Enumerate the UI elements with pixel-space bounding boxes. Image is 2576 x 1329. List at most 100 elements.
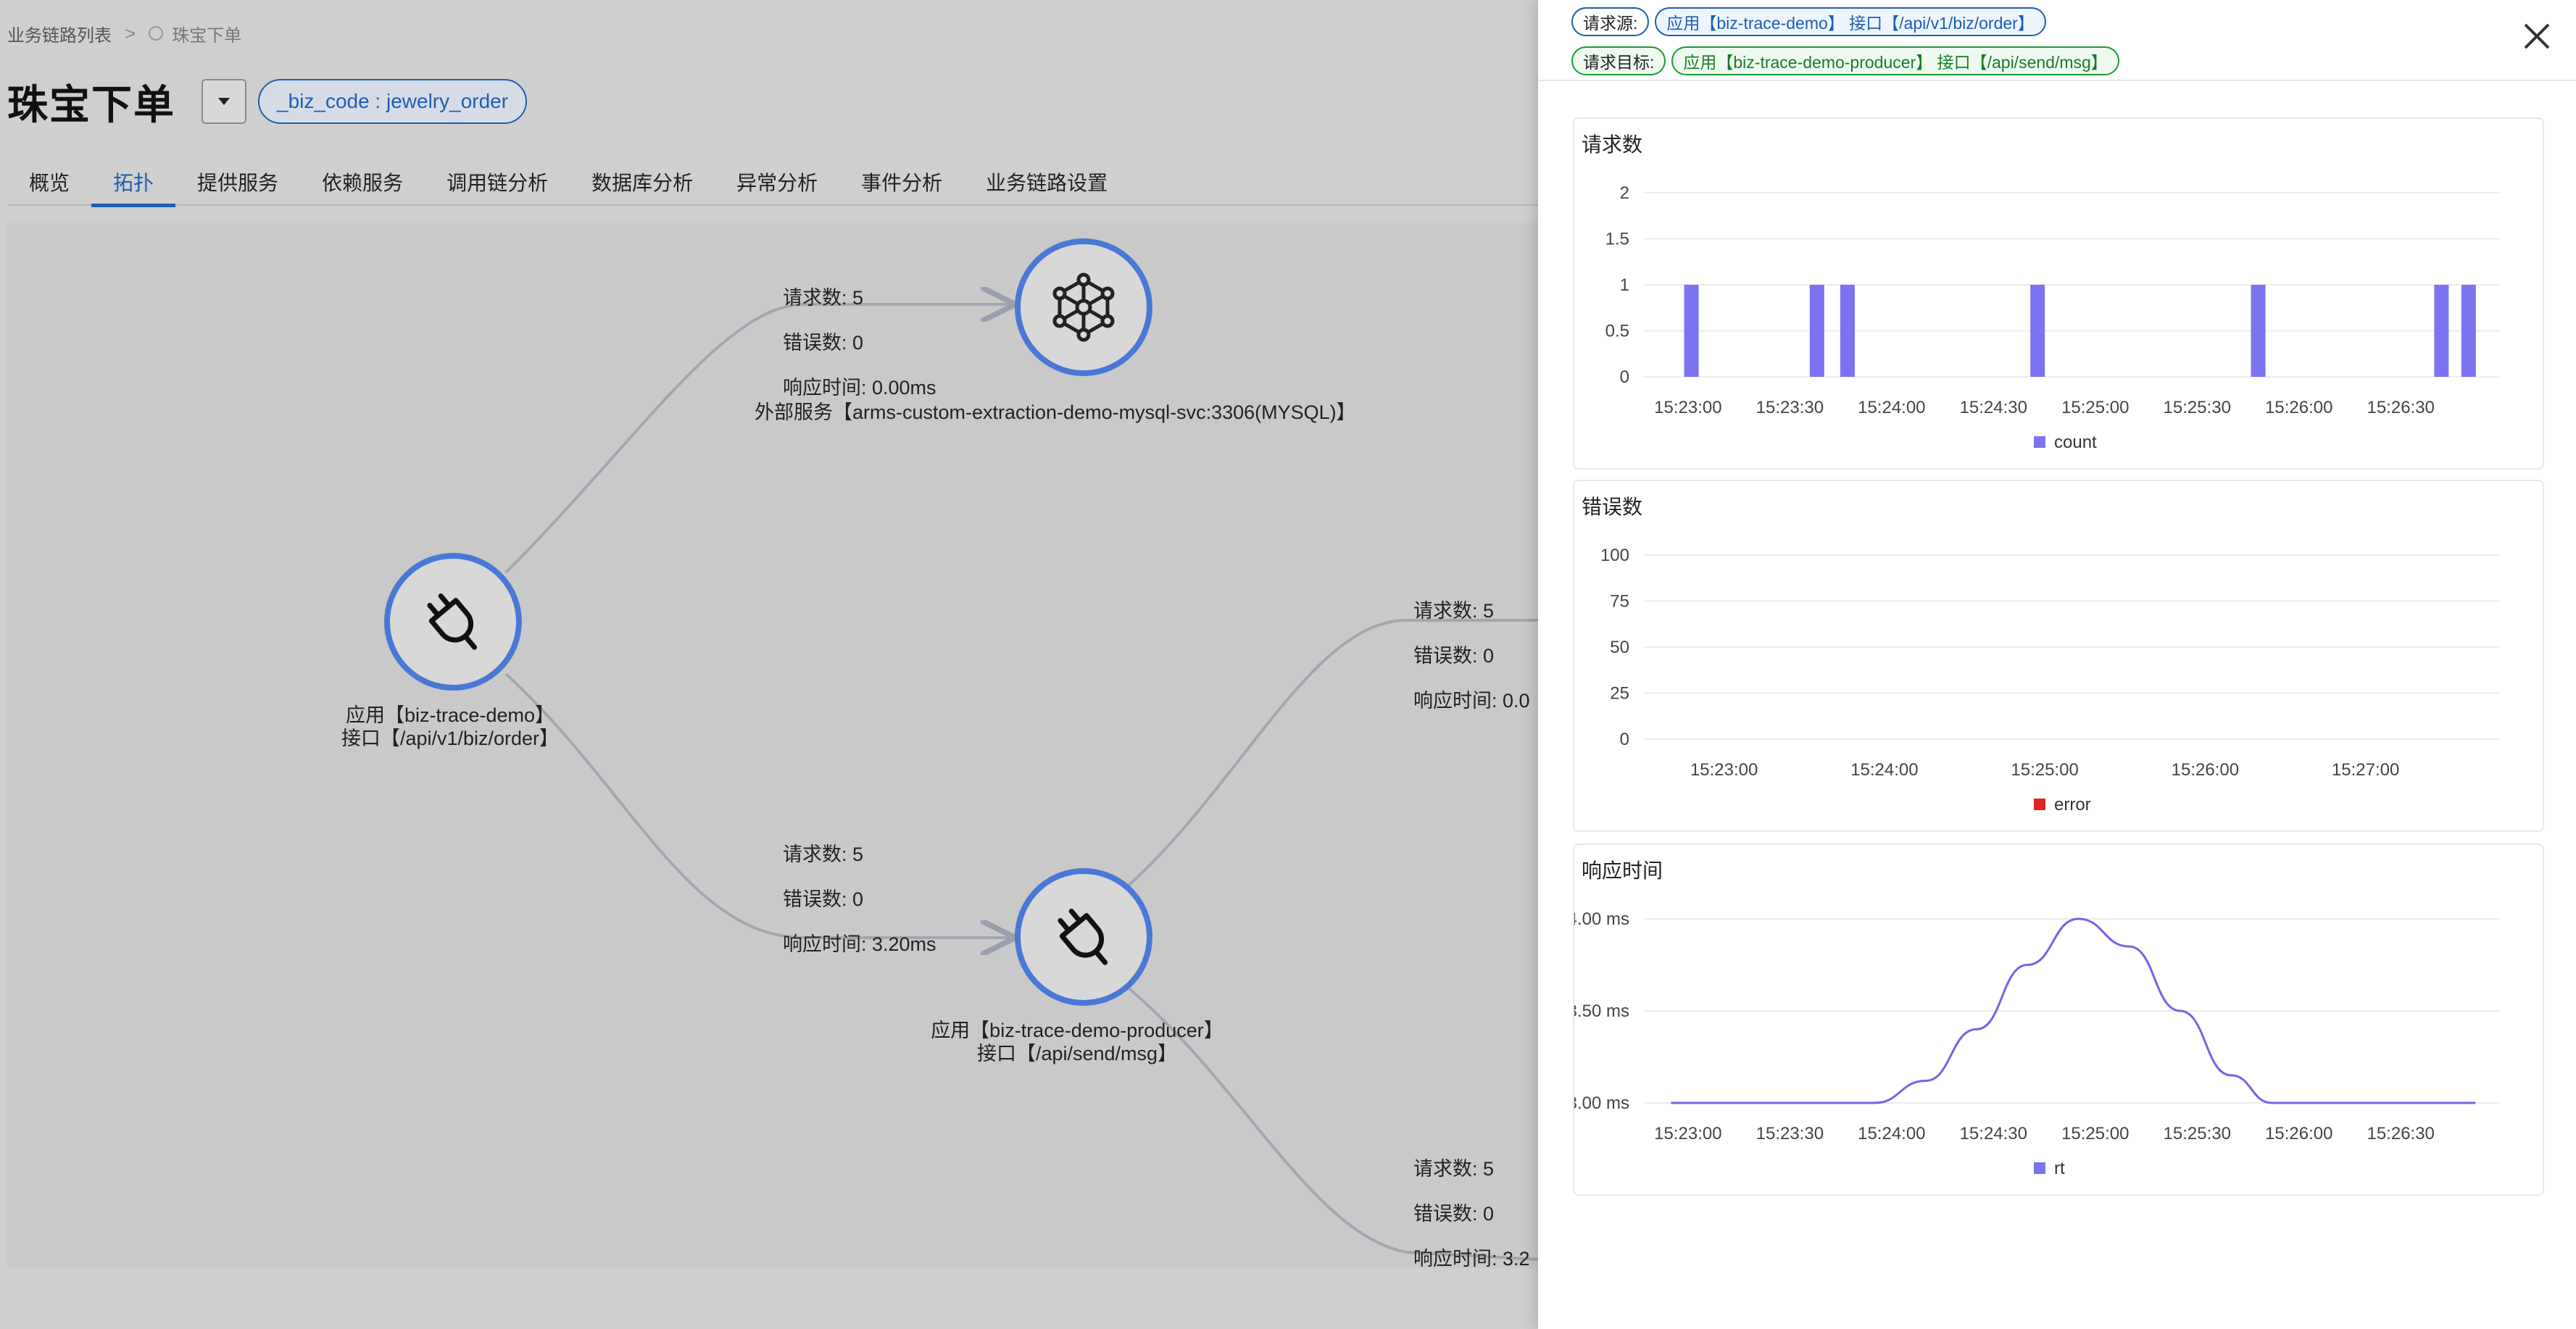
chart-panel-response-time: 响应时间 4.00 ms3.50 ms3.00 ms15:23:0015:23:…: [1573, 843, 2544, 1196]
requests-chart: 2 1.5 1 0.5 0 15:23:00 15:23:30 15:24:00 15:24:3…: [1605, 183, 2499, 452]
biz-code-tag: _biz_code : jewelry_order: [258, 79, 528, 124]
y-tick-label: 0: [1620, 367, 1629, 387]
y-tick-label: 3.50 ms: [1574, 1001, 1629, 1021]
legend-label[interactable]: count: [2054, 433, 2097, 452]
target-row: 请求目标: 应用【biz-trace-demo-producer】 接口【/ap…: [1571, 46, 2125, 75]
x-tick-label: 15:25:00: [2061, 398, 2129, 417]
bar[interactable]: [2461, 285, 2476, 377]
x-tick-label: 15:26:00: [2172, 760, 2239, 780]
tab-2[interactable]: 提供服务: [175, 158, 300, 206]
legend-swatch: [2034, 436, 2045, 448]
x-tick-label: 15:25:30: [2164, 1124, 2231, 1143]
node-producer[interactable]: [1015, 868, 1152, 1006]
x-tick-label: 15:27:00: [2332, 760, 2399, 780]
legend-swatch: [2034, 1162, 2045, 1174]
tab-1[interactable]: 拓扑: [91, 158, 176, 207]
source-value-tag: 应用【biz-trace-demo】 接口【/api/v1/biz/order】: [1655, 7, 2046, 36]
y-tick-label: 3.00 ms: [1574, 1093, 1629, 1113]
legend-label[interactable]: rt: [2054, 1159, 2065, 1178]
title-row: 珠宝下单 _biz_code : jewelry_order: [7, 72, 528, 130]
y-tick-label: 1.5: [1605, 230, 1629, 249]
link-icon: [149, 26, 164, 41]
x-tick-label: 15:26:30: [2367, 398, 2434, 417]
main-page: 业务链路列表 > 珠宝下单 珠宝下单 _biz_code : jewelry_o…: [0, 0, 1538, 1329]
x-tick-label: 15:25:30: [2164, 398, 2231, 417]
y-tick-label: 4.00 ms: [1574, 909, 1629, 929]
node-app[interactable]: [384, 553, 522, 691]
source-key-tag: 请求源:: [1571, 7, 1650, 36]
x-tick-label: 15:23:30: [1756, 398, 1824, 417]
y-tick-label: 75: [1610, 592, 1629, 612]
edge-mysql-rt: 响应时间: 0.00ms: [783, 377, 936, 399]
x-tick-label: 15:23:30: [1756, 1124, 1824, 1143]
breadcrumb-current: 珠宝下单: [172, 25, 242, 46]
x-tick-label: 15:23:00: [1654, 398, 1721, 417]
node-mysql-label: 外部服务【arms-custom-extraction-demo-mysql-s…: [755, 401, 1356, 423]
x-tick-label: 15:25:00: [2011, 760, 2078, 780]
x-tick-label: 15:23:00: [1690, 760, 1758, 780]
y-tick-label: 100: [1600, 546, 1629, 565]
node-producer-label-2: 接口【/api/send/msg】: [977, 1043, 1177, 1065]
topology-canvas[interactable]: 请求数: 5 错误数: 0 响应时间: 0.00ms 请求数: 5 错误数: 0…: [7, 223, 1538, 1268]
tab-8[interactable]: 业务链路设置: [964, 158, 1129, 206]
edge-producer-req: 请求数: 5: [783, 843, 863, 865]
x-tick-label: 15:24:00: [1858, 398, 1925, 417]
x-tick-label: 15:26:00: [2265, 398, 2332, 417]
breadcrumb: 业务链路列表 > 珠宝下单: [7, 19, 241, 48]
y-tick-label: 2: [1620, 183, 1629, 203]
chevron-right-icon: >: [125, 22, 136, 44]
x-tick-label: 15:24:00: [1858, 1124, 1925, 1143]
node-mysql[interactable]: [1015, 238, 1152, 376]
node-app-label-2: 接口【/api/v1/biz/order】: [341, 728, 559, 749]
tab-7[interactable]: 事件分析: [839, 158, 964, 206]
errors-chart: 100 75 50 25 0 15:23:00 15:24:00 15:25:00 15:26:…: [1600, 546, 2499, 815]
edge-app-to-producer[interactable]: [504, 672, 1012, 938]
y-tick-label: 0.5: [1605, 322, 1629, 341]
tab-5[interactable]: 数据库分析: [570, 158, 715, 206]
bar[interactable]: [2434, 285, 2449, 377]
edge-down-req: 请求数: 5: [1413, 1158, 1494, 1180]
caret-down-icon: [218, 98, 230, 105]
tab-6[interactable]: 异常分析: [715, 158, 839, 206]
breadcrumb-parent[interactable]: 业务链路列表: [7, 21, 112, 46]
y-tick-label: 50: [1610, 638, 1629, 657]
x-tick-label: 15:25:00: [2061, 1124, 2129, 1143]
legend-label[interactable]: error: [2054, 795, 2091, 815]
response-time-chart: 4.00 ms 3.50 ms 3.00 ms 15:23:00 15:23:30 15:…: [1574, 909, 2499, 1178]
bar[interactable]: [2030, 285, 2045, 377]
bar[interactable]: [1684, 285, 1699, 377]
topology-graph: 请求数: 5 错误数: 0 响应时间: 0.00ms 请求数: 5 错误数: 0…: [341, 238, 1538, 1268]
target-value-tag: 应用【biz-trace-demo-producer】 接口【/api/send…: [1671, 46, 2119, 75]
chart-panel-requests: 请求数 2 1.5 1 0.5 0 15:23:00 15:23:30 15:24:00 15:…: [1573, 117, 2544, 470]
title-dropdown-button[interactable]: [201, 79, 246, 124]
node-app-label-1: 应用【biz-trace-demo】: [346, 704, 554, 726]
bar[interactable]: [2251, 285, 2266, 377]
edge-up-req: 请求数: 5: [1413, 600, 1494, 622]
edge-app-to-mysql[interactable]: [504, 304, 1012, 574]
y-tick-label: 1: [1620, 275, 1629, 295]
page-title: 珠宝下单: [7, 81, 175, 128]
edge-mysql-err: 错误数: 0: [783, 332, 863, 354]
x-tick-label: 15:26:30: [2367, 1124, 2434, 1143]
edge-down-rt: 响应时间: 3.2: [1413, 1248, 1530, 1268]
target-key-tag: 请求目标:: [1571, 46, 1666, 75]
edge-producer-err: 错误数: 0: [783, 888, 863, 910]
tab-3[interactable]: 依赖服务: [300, 158, 425, 206]
tab-bar: 概览 拓扑 提供服务 依赖服务 调用链分析 数据库分析 异常分析 事件分析 业务链路设置: [7, 158, 1538, 207]
x-tick-label: 15:24:30: [1960, 1124, 2027, 1143]
tab-4[interactable]: 调用链分析: [425, 158, 570, 206]
legend-swatch: [2034, 799, 2045, 810]
bar[interactable]: [1809, 285, 1824, 377]
edge-up-err: 错误数: 0: [1413, 645, 1494, 667]
y-tick-label: 25: [1610, 684, 1629, 704]
y-tick-label: 0: [1620, 730, 1629, 749]
x-tick-label: 15:23:00: [1654, 1124, 1721, 1143]
x-tick-label: 15:24:30: [1960, 398, 2027, 417]
bar[interactable]: [1840, 285, 1855, 377]
drawer-header: 请求源: 应用【biz-trace-demo】 接口【/api/v1/biz/o…: [1538, 0, 2576, 81]
edge-down-err: 错误数: 0: [1413, 1203, 1494, 1225]
edge-up-rt: 响应时间: 0.0: [1413, 690, 1530, 712]
x-tick-label: 15:24:00: [1850, 760, 1918, 780]
close-icon[interactable]: [2522, 22, 2551, 51]
tab-0[interactable]: 概览: [7, 158, 91, 206]
